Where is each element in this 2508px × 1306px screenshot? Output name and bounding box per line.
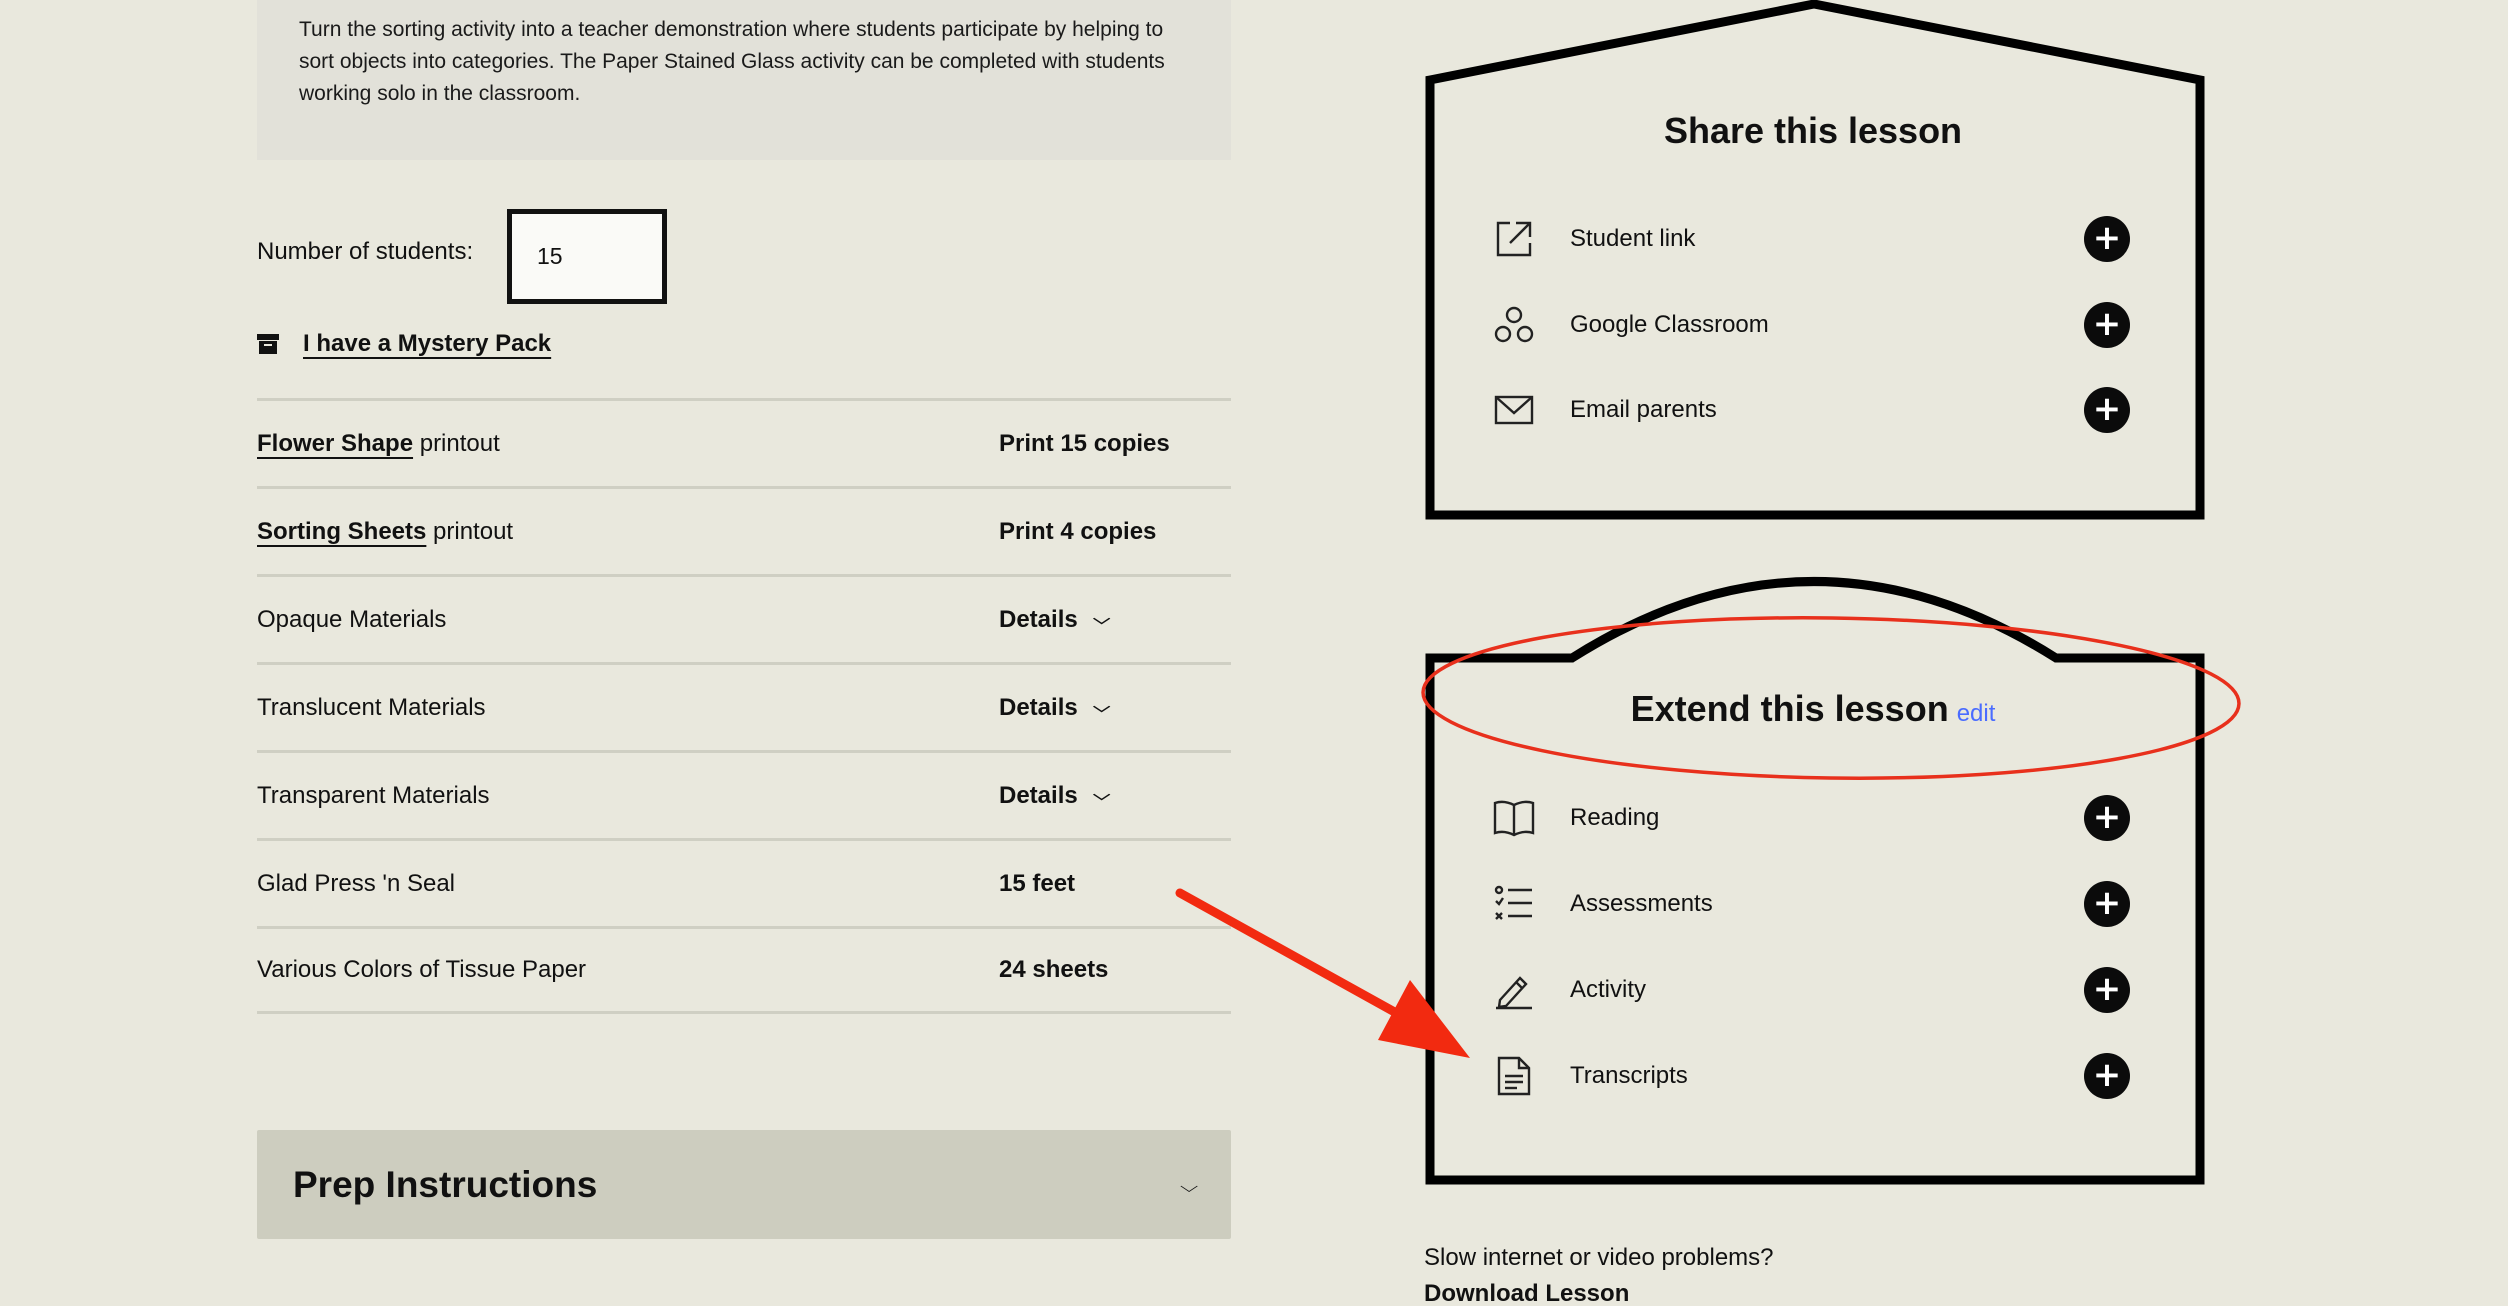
plus-icon[interactable]: +	[2084, 795, 2130, 841]
plus-icon[interactable]: +	[2084, 302, 2130, 348]
plus-icon[interactable]: +	[2084, 967, 2130, 1013]
share-title: Share this lesson	[1663, 110, 1963, 151]
extend-item-reading[interactable]: Reading +	[1490, 793, 2130, 843]
slow-internet-text: Slow internet or video problems?	[1424, 1244, 1774, 1271]
plus-icon[interactable]: +	[2084, 216, 2130, 262]
pencil-icon	[1490, 966, 1538, 1014]
share-item-label: Google Classroom	[1570, 311, 1769, 338]
edit-link[interactable]: edit	[1957, 700, 1996, 727]
plus-icon[interactable]: +	[2084, 1053, 2130, 1099]
google-classroom-icon	[1490, 301, 1538, 349]
share-item-google-classroom[interactable]: Google Classroom +	[1490, 300, 2130, 350]
envelope-icon	[1490, 386, 1538, 434]
extend-item-label: Transcripts	[1570, 1062, 1688, 1089]
card-outlines	[1425, 0, 2205, 1185]
extend-item-transcripts[interactable]: Transcripts +	[1490, 1051, 2130, 1101]
extend-title: Extend this lesson edit	[1630, 688, 1996, 729]
checklist-icon	[1490, 880, 1538, 928]
extend-item-assessments[interactable]: Assessments +	[1490, 879, 2130, 929]
external-link-icon	[1490, 215, 1538, 263]
share-item-label: Student link	[1570, 225, 1696, 252]
book-icon	[1490, 794, 1538, 842]
share-item-student-link[interactable]: Student link +	[1490, 214, 2130, 264]
share-item-label: Email parents	[1570, 396, 1717, 423]
download-lesson-link[interactable]: Download Lesson	[1424, 1280, 1629, 1306]
plus-icon[interactable]: +	[2084, 387, 2130, 433]
plus-icon[interactable]: +	[2084, 881, 2130, 927]
share-item-email-parents[interactable]: Email parents +	[1490, 385, 2130, 435]
document-icon	[1490, 1052, 1538, 1100]
extend-item-label: Assessments	[1570, 890, 1713, 917]
extend-item-label: Reading	[1570, 804, 1660, 831]
extend-item-label: Activity	[1570, 976, 1647, 1003]
extend-item-activity[interactable]: Activity +	[1490, 965, 2130, 1015]
